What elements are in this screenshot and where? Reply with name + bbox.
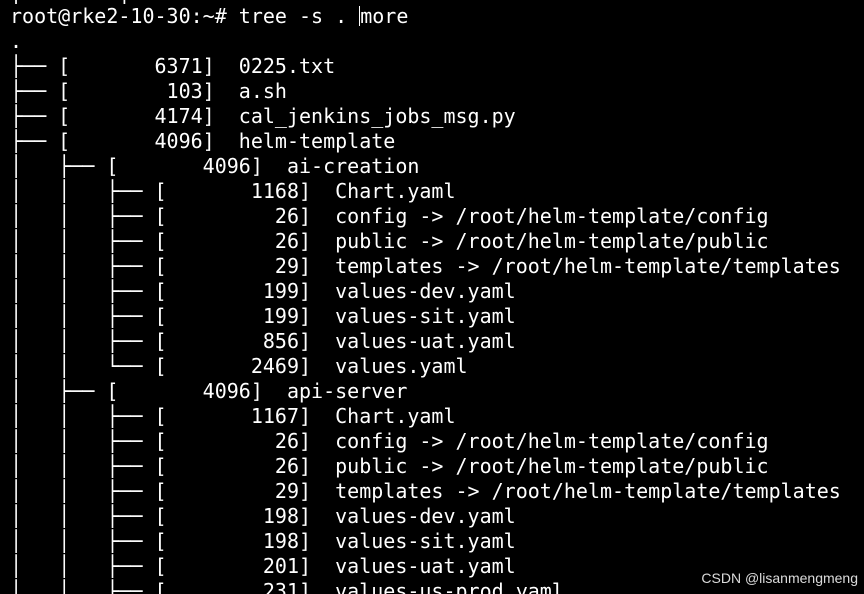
tree-line: │ │ ├── [ 26] public -> /root/helm-templ… [10,229,769,253]
tree-line: │ │ ├── [ 29] templates -> /root/helm-te… [10,479,841,503]
tree-line: ├── [ 4096] helm-template [10,129,396,153]
tree-line: . [10,29,23,53]
pipe-command: more [360,4,409,28]
tree-line: │ │ ├── [ 199] values-dev.yaml [10,279,516,303]
tree-line: │ │ ├── [ 26] config -> /root/helm-templ… [10,429,769,453]
terminal-window[interactable]: | | root@rke2-10-30:~# tree -s . more . … [0,0,864,594]
tree-line: │ │ ├── [ 198] values-sit.yaml [10,529,516,553]
tree-line: │ │ ├── [ 26] config -> /root/helm-templ… [10,204,769,228]
tree-line: │ │ ├── [ 26] public -> /root/helm-templ… [10,454,769,478]
tree-line: │ ├── [ 4096] ai-creation [10,154,420,178]
tree-line: ├── [ 103] a.sh [10,79,287,103]
tree-line: │ │ ├── [ 1167] Chart.yaml [10,404,456,428]
tree-line: │ ├── [ 4096] api-server [10,379,408,403]
command-line: root@rke2-10-30:~# tree -s . more [10,4,864,29]
command-text: tree -s . [238,4,360,28]
tree-line: │ │ ├── [ 856] values-uat.yaml [10,329,516,353]
tree-line: │ │ ├── [ 198] values-dev.yaml [10,504,516,528]
tree-line: │ │ ├── [ 1168] Chart.yaml [10,179,456,203]
tree-line: │ │ ├── [ 29] templates -> /root/helm-te… [10,254,841,278]
shell-prompt: root@rke2-10-30:~# [10,4,227,28]
tree-line: ├── [ 6371] 0225.txt [10,54,336,78]
terminal-output: root@rke2-10-30:~# tree -s . more . ├── … [10,4,864,594]
tree-line: │ │ └── [ 2469] values.yaml [10,354,468,378]
tree-line: │ │ ├── [ 199] values-sit.yaml [10,304,516,328]
tree-line: ├── [ 4174] cal_jenkins_jobs_msg.py [10,104,516,128]
watermark: CSDN @lisanmengmeng [701,570,858,586]
